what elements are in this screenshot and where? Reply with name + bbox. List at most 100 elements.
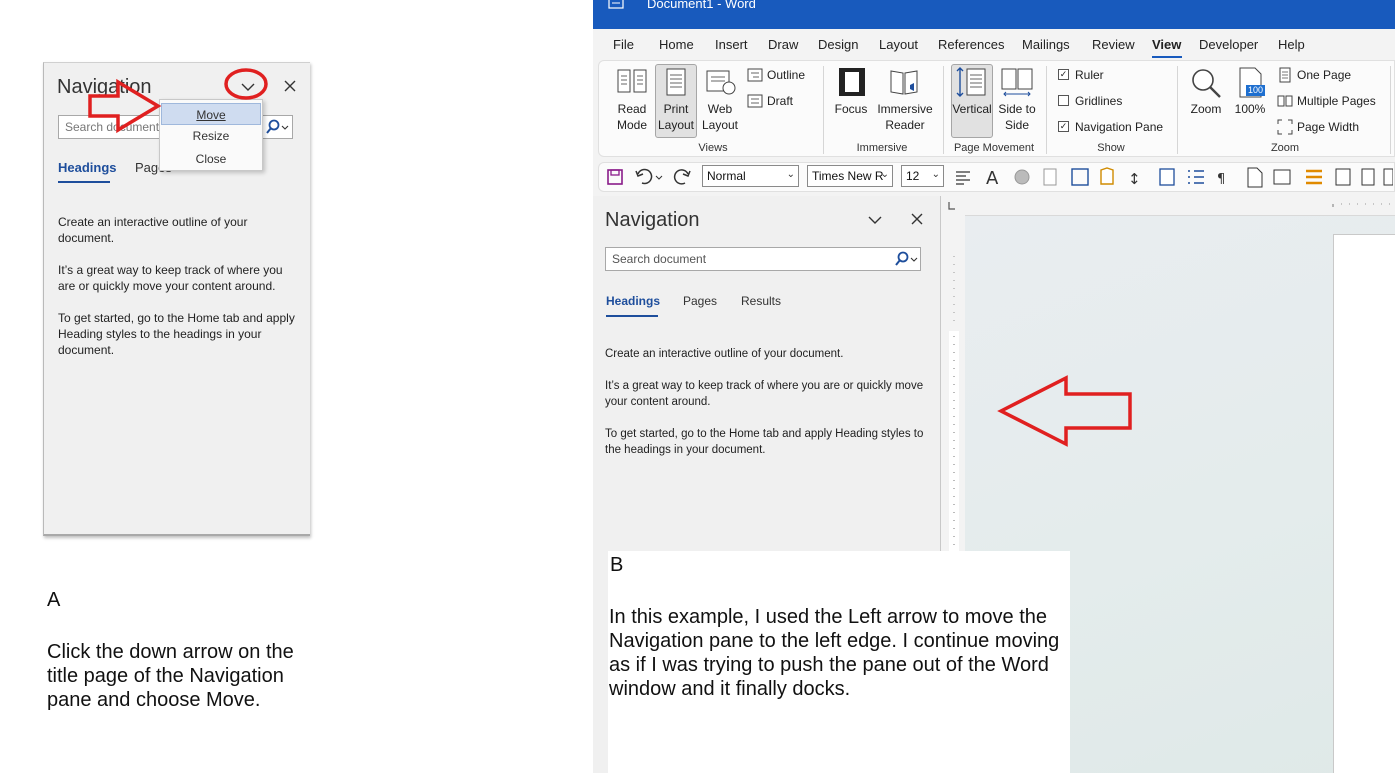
chevron-down-icon[interactable] bbox=[867, 212, 883, 228]
gridlines-checkbox[interactable] bbox=[1058, 95, 1069, 106]
tab-draw[interactable]: Draw bbox=[768, 37, 798, 52]
menu-item-close-label: Close bbox=[195, 152, 227, 166]
close-icon[interactable] bbox=[282, 78, 298, 94]
views-group-label: Views bbox=[698, 142, 728, 154]
menu-item-close[interactable]: Close bbox=[161, 148, 261, 170]
outline-button[interactable]: Outline bbox=[767, 67, 805, 83]
page-width-button[interactable]: Page Width bbox=[1297, 119, 1359, 135]
nav-title-b: Navigation bbox=[605, 209, 700, 231]
font-size-combo[interactable]: 12 ⌄ bbox=[901, 165, 944, 187]
immersive-reader-button[interactable]: Immersive Reader bbox=[876, 101, 934, 133]
window-title: Document1 - Word bbox=[647, 0, 756, 11]
undo-icon[interactable] bbox=[634, 168, 664, 186]
save-icon[interactable] bbox=[606, 168, 624, 186]
tab-home[interactable]: Home bbox=[659, 37, 694, 52]
draft-button[interactable]: Draft bbox=[767, 93, 793, 109]
chevron-down-icon: ⌄ bbox=[931, 169, 940, 180]
zoom-icon bbox=[1192, 69, 1221, 98]
side-to-side-button[interactable]: Side to Side bbox=[995, 101, 1039, 133]
close-icon[interactable] bbox=[909, 211, 925, 227]
vertical-label: Vertical bbox=[952, 102, 992, 116]
tab-insert[interactable]: Insert bbox=[715, 37, 748, 52]
tab-mailings[interactable]: Mailings bbox=[1022, 37, 1070, 52]
style-combo[interactable]: Normal ⌄ bbox=[702, 165, 799, 187]
svg-text:¶: ¶ bbox=[1217, 172, 1225, 187]
page-width-icon bbox=[1277, 119, 1293, 135]
style-combo-value: Normal bbox=[707, 169, 746, 183]
ribbon-separator bbox=[1177, 66, 1178, 154]
ribbon-separator bbox=[1390, 66, 1391, 154]
show-group-label: Show bbox=[1097, 142, 1125, 154]
tab-developer[interactable]: Developer bbox=[1199, 37, 1258, 52]
zoom-button[interactable]: Zoom bbox=[1184, 101, 1228, 117]
title-bar: Document1 - Word bbox=[593, 0, 1395, 29]
tab-headings-a[interactable]: Headings bbox=[58, 160, 117, 175]
page-movement-group-label: Page Movement bbox=[953, 142, 1035, 154]
ribbon-separator bbox=[823, 66, 824, 154]
nav-text-1-b: Create an interactive outline of your do… bbox=[605, 348, 844, 360]
ribbon-separator bbox=[1046, 66, 1047, 154]
navigation-pane-label: Navigation Pane bbox=[1075, 120, 1164, 134]
ruler-ticks-top bbox=[1332, 203, 1395, 207]
nav-text-3-b: To get started, go to the Home tab and a… bbox=[605, 428, 924, 456]
read-mode-button[interactable]: Read Mode bbox=[610, 101, 654, 133]
tab-view[interactable]: View bbox=[1152, 37, 1181, 52]
tab-references[interactable]: References bbox=[938, 37, 1004, 52]
caption-b: In this example, I used the Left arrow t… bbox=[609, 606, 1060, 700]
label-a: A bbox=[47, 589, 61, 611]
one-page-button[interactable]: One Page bbox=[1297, 67, 1351, 83]
document-page[interactable] bbox=[1333, 234, 1395, 773]
multiple-pages-icon bbox=[1277, 95, 1293, 107]
search-input-b[interactable]: Search document bbox=[605, 247, 921, 271]
print-layout-label: Print Layout bbox=[657, 102, 695, 132]
search-icon[interactable] bbox=[893, 250, 921, 268]
read-mode-icon bbox=[617, 69, 647, 93]
chevron-down-icon: ⌄ bbox=[786, 169, 795, 180]
nav-text-2-a: It’s a great way to keep track of where … bbox=[58, 263, 283, 293]
vertical-icon bbox=[956, 67, 986, 97]
tab-results-b[interactable]: Results bbox=[741, 294, 781, 308]
zoom-100-badge: 100 bbox=[1247, 85, 1264, 95]
font-combo[interactable]: Times New R ⌄ bbox=[807, 165, 893, 187]
ribbon-separator bbox=[943, 66, 944, 154]
tab-headings-b[interactable]: Headings bbox=[606, 294, 660, 308]
nav-text-3-a: To get started, go to the Home tab and a… bbox=[58, 311, 295, 357]
window-menu-icon[interactable] bbox=[607, 0, 625, 12]
label-b: B bbox=[610, 554, 624, 576]
focus-icon bbox=[839, 68, 865, 96]
ruler-label: Ruler bbox=[1075, 68, 1104, 82]
navigation-pane-checkbox[interactable]: ✓ bbox=[1058, 121, 1069, 132]
caption-a: Click the down arrow on the title page o… bbox=[47, 641, 294, 711]
svg-text:↕: ↕ bbox=[1128, 170, 1141, 188]
tab-underline-b bbox=[606, 315, 658, 317]
nav-text-1-a: Create an interactive outline of your do… bbox=[58, 215, 248, 245]
print-layout-icon bbox=[666, 68, 686, 96]
draft-icon bbox=[747, 94, 763, 108]
svg-text:A: A bbox=[986, 168, 999, 188]
tab-help[interactable]: Help bbox=[1278, 37, 1305, 52]
tab-view-underline bbox=[1152, 56, 1182, 58]
ruler-checkbox[interactable]: ✓ bbox=[1058, 69, 1069, 80]
zoom-100-button[interactable]: 100% bbox=[1230, 101, 1270, 117]
focus-button[interactable]: Focus bbox=[831, 101, 871, 117]
zoom-group-label: Zoom bbox=[1270, 142, 1300, 154]
tab-file[interactable]: File bbox=[613, 37, 634, 52]
side-to-side-icon bbox=[1001, 68, 1033, 97]
font-combo-value: Times New R bbox=[812, 169, 884, 183]
tab-layout[interactable]: Layout bbox=[879, 37, 918, 52]
outline-icon bbox=[747, 68, 763, 82]
chevron-down-icon: ⌄ bbox=[880, 169, 889, 180]
tab-design[interactable]: Design bbox=[818, 37, 858, 52]
annotation-arrow-right bbox=[88, 68, 268, 134]
horizontal-ruler bbox=[965, 196, 1395, 216]
multiple-pages-button[interactable]: Multiple Pages bbox=[1297, 93, 1376, 109]
web-layout-button[interactable]: Web Layout bbox=[700, 101, 740, 133]
tab-review[interactable]: Review bbox=[1092, 37, 1135, 52]
gridlines-label: Gridlines bbox=[1075, 94, 1123, 108]
font-size-combo-value: 12 bbox=[906, 169, 920, 183]
redo-icon[interactable] bbox=[673, 168, 693, 186]
tab-pages-b[interactable]: Pages bbox=[683, 294, 717, 308]
toolbar-icons-strip[interactable]: A ↕ ¶ bbox=[953, 166, 1393, 188]
immersive-reader-icon bbox=[890, 70, 918, 95]
annotation-arrow-left bbox=[997, 375, 1132, 447]
